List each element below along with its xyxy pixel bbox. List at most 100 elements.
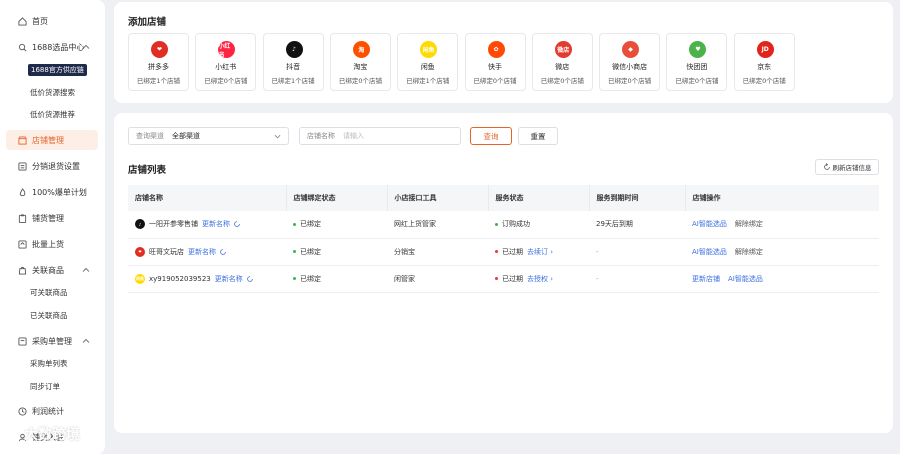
update-name-link[interactable]: 更新名称 — [202, 219, 230, 229]
refresh-icon[interactable] — [233, 220, 241, 228]
status-dot — [495, 277, 498, 280]
sidebar-sub-linkable-goods[interactable]: 可关联商品 — [30, 287, 68, 298]
clipboard-icon — [18, 213, 27, 223]
chevron-up-icon[interactable] — [82, 43, 90, 51]
platform-tile[interactable]: 微店 微店 已绑定0个店铺 — [531, 33, 593, 91]
shop-list-card: 查询渠道 全部渠道 店铺名称 查询 重置 店铺列表 刷新店铺信息 店铺名称 店铺… — [114, 113, 893, 433]
sidebar-item-sourcing[interactable]: 1688选品中心 — [6, 37, 98, 57]
action-link-primary[interactable]: AI智能选品 — [692, 248, 727, 256]
renew-link[interactable]: 去续订 › — [527, 248, 553, 256]
platform-name: 微店 — [555, 63, 570, 71]
platform-bind-count: 已绑定0个店铺 — [473, 77, 517, 85]
platform-logo-icon: 淘 — [352, 41, 370, 58]
sidebar-item-label: 铺货管理 — [32, 213, 64, 223]
cart-icon — [18, 336, 27, 346]
sidebar-sub-linked-goods[interactable]: 已关联商品 — [30, 310, 68, 321]
platform-bind-count: 已绑定0个店铺 — [608, 77, 652, 85]
tool-name: 网红上货管家 — [394, 220, 436, 229]
platform-tile[interactable]: ♥ 快团团 已绑定0个店铺 — [666, 33, 728, 91]
action-link-primary[interactable]: AI智能选品 — [692, 220, 727, 228]
return-icon — [18, 161, 27, 171]
platform-name: 抖音 — [286, 63, 301, 71]
shop-list-title: 店铺列表 — [128, 165, 167, 176]
platform-tile[interactable]: JD 京东 已绑定0个店铺 — [733, 33, 795, 91]
refresh-icon[interactable] — [219, 248, 227, 256]
sidebar-item-label: 批量上货 — [32, 239, 64, 249]
table-row: 闲鱼 xy919052039523 更新名称 已绑定 闲管家 已过期 去授权 › - 更新店铺 A… — [128, 265, 879, 293]
bag-icon — [18, 266, 27, 275]
sidebar-sub-low-price-recommend[interactable]: 低价货源推荐 — [30, 109, 75, 120]
expire-time: 29天后到期 — [596, 220, 633, 229]
platform-tile[interactable]: ❤ 拼多多 已绑定1个店铺 — [128, 33, 189, 91]
shop-name-input[interactable] — [343, 132, 423, 140]
platform-logo-icon: 闲鱼 — [420, 41, 438, 58]
service-status: 已过期 — [502, 274, 523, 283]
sidebar-item-return-settings[interactable]: 分销退货设置 — [6, 156, 98, 176]
sidebar-item-purchase-orders[interactable]: 采购单管理 — [6, 331, 98, 351]
refresh-icon — [823, 163, 830, 170]
sidebar-sub-sync-orders[interactable]: 同步订单 — [30, 381, 60, 392]
sidebar-item-label: 关联商品 — [32, 265, 64, 275]
platform-tile[interactable]: 小红书 小红书 已绑定0个店铺 — [195, 33, 257, 91]
bind-status: 已绑定 — [300, 274, 321, 283]
action-link-primary[interactable]: 更新店铺 — [692, 275, 720, 283]
add-shop-card: 添加店铺 ❤ 拼多多 已绑定1个店铺 小红书 小红书 已绑定0个店铺 ♪ 抖音 已绑定1个店铺淘… — [114, 2, 893, 103]
platform-tile[interactable]: 闲鱼 闲鱼 已绑定1个店铺 — [397, 33, 459, 91]
sidebar-item-linked-goods[interactable]: 关联商品 — [6, 260, 98, 280]
col-service-status: 服务状态 — [488, 185, 590, 211]
sidebar-sub-purchase-list[interactable]: 采购单列表 — [30, 358, 68, 369]
tool-name: 分销宝 — [394, 247, 415, 256]
shop-name-field[interactable]: 店铺名称 — [299, 127, 461, 145]
platform-name: 京东 — [757, 63, 772, 71]
sidebar-item-bulk-upload[interactable]: 批量上货 — [6, 234, 98, 254]
platform-bind-count: 已绑定1个店铺 — [406, 77, 450, 85]
action-link-secondary[interactable]: 解除绑定 — [735, 248, 763, 256]
sidebar-item-label: 采购单管理 — [32, 336, 72, 346]
sidebar-item-listing-management[interactable]: 铺货管理 — [6, 208, 98, 228]
platform-bind-count: 已绑定0个店铺 — [338, 77, 382, 85]
sidebar-item-label: 分销退货设置 — [32, 161, 80, 171]
sidebar-item-home[interactable]: 首页 — [6, 11, 98, 31]
sidebar-sub-official-supply[interactable]: 1688官方供应链 — [28, 64, 87, 76]
platform-tile[interactable]: ♪ 抖音 已绑定1个店铺 — [262, 33, 324, 91]
sidebar-item-store-management[interactable]: 店铺管理 — [6, 130, 98, 150]
chevron-up-icon[interactable] — [82, 337, 90, 345]
sidebar: 首页 1688选品中心 1688官方供应链 低价货源搜索 低价货源推荐 店铺管理… — [0, 0, 105, 454]
chevron-up-icon[interactable] — [82, 266, 90, 274]
platform-tile[interactable]: ◆ 微信小商店 已绑定0个店铺 — [599, 33, 661, 91]
platform-tile[interactable]: ✿ 快手 已绑定0个店铺 — [464, 33, 526, 91]
shop-name: 旺哥文玩店 — [149, 247, 184, 256]
platform-tile[interactable]: 淘淘宝已绑定0个店铺 — [329, 33, 391, 91]
sidebar-item-label: 利润统计 — [32, 406, 64, 416]
shop-platform-icon: ❤ — [135, 246, 145, 257]
sidebar-item-label: 1688选品中心 — [32, 42, 85, 52]
update-name-link[interactable]: 更新名称 — [215, 274, 243, 284]
platform-logo-icon: JD — [756, 41, 774, 58]
channel-select[interactable]: 查询渠道 全部渠道 — [128, 127, 289, 145]
bind-status: 已绑定 — [300, 220, 321, 229]
platform-bind-count: 已绑定0个店铺 — [540, 77, 584, 85]
action-link-secondary[interactable]: AI智能选品 — [728, 275, 763, 283]
platform-name: 淘宝 — [353, 63, 368, 71]
platform-logo-icon: ❤ — [151, 41, 168, 58]
reset-button[interactable]: 重置 — [518, 127, 558, 145]
renew-link[interactable]: 去授权 › — [527, 275, 553, 283]
platform-logo-icon: 小红书 — [218, 41, 236, 59]
refresh-label: 刷新店铺信息 — [832, 164, 872, 172]
expire-time: - — [596, 247, 599, 256]
table-header: 店铺名称 店铺绑定状态 小店接口工具 服务状态 服务到期时间 店铺操作 — [128, 185, 879, 211]
refresh-shop-info-button[interactable]: 刷新店铺信息 — [815, 159, 879, 175]
query-button[interactable]: 查询 — [470, 127, 512, 145]
status-dot — [495, 222, 498, 226]
col-expire: 服务到期时间 — [589, 185, 686, 211]
sidebar-sub-low-price-search[interactable]: 低价货源搜索 — [30, 87, 75, 98]
sidebar-item-label: 店铺管理 — [32, 135, 64, 145]
sidebar-item-profit-stats[interactable]: 利润统计 — [6, 401, 98, 421]
platform-logo-icon: 微店 — [554, 41, 572, 58]
action-link-secondary[interactable]: 解除绑定 — [735, 220, 763, 228]
sidebar-item-boom-plan[interactable]: 100%爆单计划 — [6, 182, 98, 202]
update-name-link[interactable]: 更新名称 — [188, 247, 216, 257]
shop-table: 店铺名称 店铺绑定状态 小店接口工具 服务状态 服务到期时间 店铺操作 ♪ 一阳开… — [128, 185, 879, 293]
clock-icon — [18, 406, 27, 416]
refresh-icon[interactable] — [246, 275, 254, 283]
